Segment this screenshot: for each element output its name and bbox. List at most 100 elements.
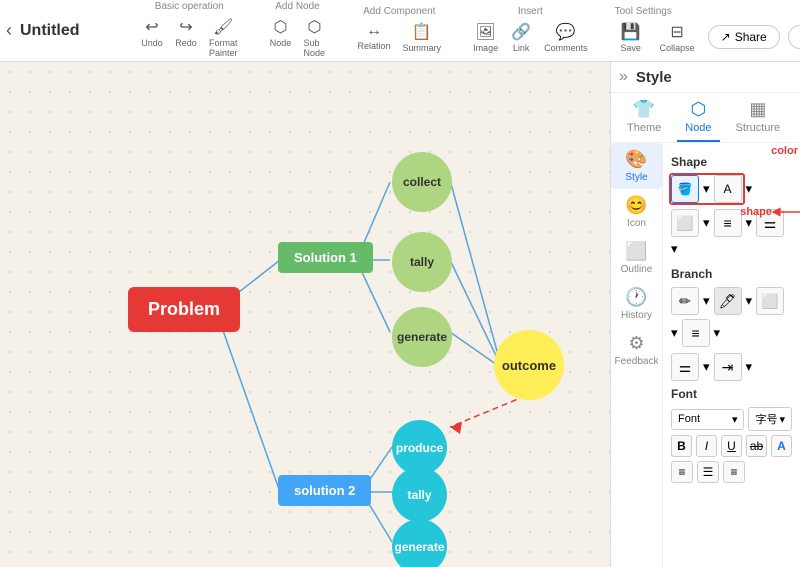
link-button[interactable]: 🔗 Link	[505, 19, 537, 56]
align-left-button[interactable]: ≡	[671, 461, 693, 483]
solution1-node[interactable]: Solution 1	[278, 242, 373, 273]
collapse-button[interactable]: ⊟ Collapse	[655, 19, 700, 56]
tally1-node[interactable]: tally	[392, 232, 452, 292]
panel-collapse-button[interactable]: »	[619, 68, 628, 86]
line-shape-button[interactable]: ≡	[714, 209, 742, 237]
generate2-node[interactable]: generate	[392, 519, 447, 567]
basic-operation-group: Basic operation ↩ Undo ↪ Redo 🖌 Format P…	[136, 1, 243, 61]
structure-tab[interactable]: ▦ Structure	[728, 93, 789, 142]
shape-color-row: 🪣 ▾ A ▾	[671, 175, 792, 203]
fill-icon: 🪣	[678, 182, 693, 196]
branch-extra-button[interactable]: ⚌	[671, 353, 699, 381]
undo-icon: ↩	[145, 17, 158, 37]
share-button[interactable]: ↗ Share	[708, 25, 780, 49]
basic-operation-label: Basic operation	[155, 1, 224, 12]
export-button[interactable]: 📤 Export	[788, 25, 800, 49]
font-align-row: ≡ ☰ ≡	[671, 461, 792, 483]
font-dropdown[interactable]: Font ▾	[671, 409, 744, 430]
add-node-group: Add Node ⬡ Node ⬡ Sub Node	[265, 1, 331, 61]
node-tab[interactable]: ⬡ Node	[677, 93, 719, 142]
font-color-button[interactable]: A	[771, 435, 792, 457]
align-right-button[interactable]: ≡	[723, 461, 745, 483]
branch-indent-button[interactable]: ⇥	[714, 353, 742, 381]
redo-button[interactable]: ↪ Redo	[170, 14, 202, 61]
branch-shape-button[interactable]: ⬜	[756, 287, 784, 315]
toolbar: ‹ Untitled Basic operation ↩ Undo ↪ Redo…	[0, 0, 800, 62]
save-button[interactable]: 💾 Save	[615, 19, 647, 56]
share-icon: ↗	[721, 30, 731, 44]
rectangle-shape-button[interactable]: ⬜	[671, 209, 699, 237]
icon-tab[interactable]: 😊 Icon	[611, 189, 662, 235]
problem-node[interactable]: Problem	[128, 287, 240, 332]
link-icon: 🔗	[511, 22, 531, 42]
insert-group: Insert 🖼 Image 🔗 Link 💬 Comments	[468, 6, 593, 56]
shape-annotation: shape	[740, 206, 772, 218]
panel-top-tabs: 👕 Theme ⬡ Node ▦ Structure	[611, 93, 800, 143]
add-component-group: Add Component ↔ Relation 📋 Summary	[353, 6, 447, 56]
branch-color-button[interactable]: 🖊	[714, 287, 742, 315]
tally2-node[interactable]: tally	[392, 467, 447, 522]
add-component-label: Add Component	[363, 6, 435, 17]
summary-icon: 📋	[412, 22, 432, 42]
branch-style-button[interactable]: ✏	[671, 287, 699, 315]
panel-right-content: Shape color 🪣 ▾ A ▾	[663, 143, 800, 567]
undo-button[interactable]: ↩ Undo	[136, 14, 168, 61]
outline-icon: ⬜	[625, 241, 647, 262]
canvas[interactable]: Problem Solution 1 collect tally generat…	[0, 62, 610, 567]
theme-icon: 👕	[633, 99, 655, 120]
panel-body: 🎨 Style 😊 Icon ⬜ Outline 🕐 History ⚙	[611, 143, 800, 567]
italic-button[interactable]: I	[696, 435, 717, 457]
comments-button[interactable]: 💬 Comments	[539, 19, 593, 56]
branch-line-button[interactable]: ≡	[682, 319, 710, 347]
collect-node[interactable]: collect	[392, 152, 452, 212]
underline-button[interactable]: U	[721, 435, 742, 457]
sub-node-icon: ⬡	[308, 17, 322, 37]
back-button[interactable]: ‹	[6, 20, 12, 41]
summary-button[interactable]: 📋 Summary	[398, 19, 447, 56]
add-node-button[interactable]: ⬡ Node	[265, 14, 297, 61]
main-area: Problem Solution 1 collect tally generat…	[0, 62, 800, 567]
theme-tab[interactable]: 👕 Theme	[619, 93, 669, 142]
fill-color-button[interactable]: 🪣	[671, 175, 699, 203]
outline-tab[interactable]: ⬜ Outline	[611, 235, 662, 281]
image-button[interactable]: 🖼 Image	[468, 19, 503, 56]
document-title: Untitled	[20, 22, 100, 40]
panel-title: Style	[636, 69, 672, 86]
insert-label: Insert	[518, 6, 543, 17]
relation-button[interactable]: ↔ Relation	[353, 19, 396, 56]
shape-arrow-icon	[772, 205, 800, 219]
branch-row-2: ⚌ ▾ ⇥ ▾	[671, 353, 792, 381]
font-size-dropdown[interactable]: 字号 ▾	[748, 407, 792, 431]
feedback-tab[interactable]: ⚙ Feedback	[611, 327, 662, 373]
generate1-node[interactable]: generate	[392, 307, 452, 367]
collapse-icon: ⊟	[670, 22, 683, 42]
feedback-icon: ⚙	[628, 333, 644, 354]
text-color-button[interactable]: A	[714, 175, 742, 203]
comments-icon: 💬	[556, 22, 576, 42]
shape-annotation-container: shape	[740, 205, 800, 219]
strikethrough-button[interactable]: ab	[746, 435, 767, 457]
node-tab-icon: ⬡	[691, 99, 707, 120]
font-section-label: Font	[671, 387, 792, 401]
relation-icon: ↔	[366, 22, 382, 40]
add-sub-node-button[interactable]: ⬡ Sub Node	[299, 14, 331, 61]
image-icon: 🖼	[475, 22, 495, 42]
bold-button[interactable]: B	[671, 435, 692, 457]
color-annotation: color	[771, 145, 798, 157]
save-icon: 💾	[621, 22, 641, 42]
redo-icon: ↪	[179, 17, 192, 37]
outcome-node[interactable]: outcome	[494, 330, 564, 400]
tool-settings-label: Tool Settings	[615, 6, 672, 17]
align-center-button[interactable]: ☰	[697, 461, 719, 483]
style-icon: 🎨	[625, 149, 647, 170]
shape-section-label: Shape	[671, 155, 792, 169]
solution2-node[interactable]: solution 2	[278, 475, 371, 506]
icon-tab-icon: 😊	[625, 195, 647, 216]
right-panel: » Style 👕 Theme ⬡ Node ▦ Structure 🎨	[610, 62, 800, 567]
structure-icon: ▦	[749, 99, 766, 120]
format-painter-button[interactable]: 🖌 Format Painter	[204, 14, 243, 61]
add-node-label: Add Node	[275, 1, 319, 12]
font-selector-row: Font ▾ 字号 ▾	[671, 407, 792, 431]
history-tab[interactable]: 🕐 History	[611, 281, 662, 327]
style-tab[interactable]: 🎨 Style	[611, 143, 662, 189]
